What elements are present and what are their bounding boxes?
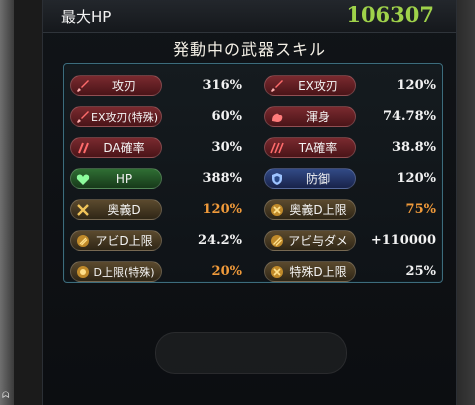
skill-value: 38.8% [391, 140, 436, 155]
skill-name: 奥義D [107, 203, 141, 217]
skill-cell: 防御 120% [258, 167, 442, 192]
ougi-damage-icon [75, 202, 91, 218]
background-left-strip [0, 0, 14, 405]
skill-row: EX攻刃(特殊) 60% 渾身 74.78% [64, 105, 442, 130]
damage-cap-icon [75, 264, 91, 280]
skill-value: 75% [405, 202, 436, 217]
triple-attack-icon [269, 140, 285, 156]
skill-row: 奥義D 120% 奥義D上限 75% [64, 198, 442, 223]
skill-badge: 特殊D上限 [264, 261, 356, 282]
skill-value: 120% [202, 202, 243, 217]
skill-value: 120% [396, 78, 437, 93]
skill-badge: 奥義D [70, 199, 162, 220]
ability-cap-icon [75, 233, 91, 249]
skill-name: D上限(特殊) [93, 265, 155, 279]
skill-cell: EX攻刃(特殊) 60% [64, 105, 248, 130]
background-right-strip [455, 0, 475, 405]
skill-badge: EX攻刃 [264, 75, 356, 96]
skill-name: EX攻刃 [298, 79, 338, 93]
shield-icon [269, 171, 285, 187]
skill-cell: 奥義D上限 75% [258, 198, 442, 223]
special-cap-icon [269, 264, 285, 280]
skill-name: EX攻刃(特殊) [91, 110, 159, 124]
skill-name: 特殊D上限 [289, 265, 347, 279]
skill-value: 60% [211, 109, 242, 124]
skill-cell: アビ与ダメ +110000 [258, 229, 442, 254]
skill-badge: 防御 [264, 168, 356, 189]
max-hp-label: 最大HP [61, 8, 112, 26]
skill-row: アビD上限 24.2% アビ与ダメ +110000 [64, 229, 442, 254]
skill-name: HP [115, 171, 133, 186]
skill-value: 25% [405, 264, 436, 279]
sword-icon [269, 78, 285, 94]
skill-row: HP 388% 防御 120% [64, 167, 442, 192]
skill-cell: EX攻刃 120% [258, 74, 442, 99]
skill-cell: DA確率 30% [64, 136, 248, 161]
skill-cell: 攻刃 316% [64, 74, 248, 99]
skill-badge: DA確率 [70, 137, 162, 158]
skill-cell: 奥義D 120% [64, 198, 248, 223]
skill-value: 30% [211, 140, 242, 155]
skill-cell: D上限(特殊) 20% [64, 260, 248, 285]
skill-badge: HP [70, 168, 162, 189]
skill-badge: アビ与ダメ [264, 230, 356, 251]
skill-name: 攻刃 [111, 79, 136, 93]
skill-value: 316% [202, 78, 243, 93]
skill-row: 攻刃 316% EX攻刃 120% [64, 74, 442, 99]
background-ghost-button [155, 332, 347, 374]
skill-name: 奥義D上限 [289, 203, 347, 217]
skill-panel: 攻刃 316% EX攻刃 120% EX攻刃(特殊) 60% 渾身 74.78% DA確率 30%… [63, 63, 443, 283]
skill-value: 24.2% [197, 233, 242, 248]
skill-name: アビD上限 [95, 234, 153, 248]
skill-cell: 渾身 74.78% [258, 105, 442, 130]
skill-row: D上限(特殊) 20% 特殊D上限 25% [64, 260, 442, 285]
skill-row: DA確率 30% TA確率 38.8% [64, 136, 442, 161]
skill-value: 388% [202, 171, 243, 186]
sword-icon [75, 78, 91, 94]
double-attack-icon [75, 140, 91, 156]
skill-badge: EX攻刃(特殊) [70, 106, 162, 127]
ability-damage-icon [269, 233, 285, 249]
skill-cell: TA確率 38.8% [258, 136, 442, 161]
skill-name: 渾身 [305, 110, 330, 124]
section-title: 発動中の武器スキル [172, 40, 326, 59]
muscle-icon [269, 109, 285, 125]
skill-cell: HP 388% [64, 167, 248, 192]
skill-value: +110000 [370, 233, 436, 248]
skill-name: TA確率 [298, 141, 338, 155]
skill-badge: 渾身 [264, 106, 356, 127]
ougi-cap-icon [269, 202, 285, 218]
skill-value: 120% [396, 171, 437, 186]
background-glyph: ᗣ [2, 391, 10, 401]
sword-icon [75, 109, 91, 125]
weapon-skill-window: 最大HP 106307 発動中の武器スキル 攻刃 316% EX攻刃 120% EX攻刃… [42, 0, 457, 405]
skill-value: 74.78% [382, 109, 436, 124]
heart-icon [75, 171, 91, 187]
skill-name: 防御 [305, 172, 330, 186]
max-hp-value: 106307 [346, 2, 434, 27]
skill-cell: 特殊D上限 25% [258, 260, 442, 285]
skill-badge: TA確率 [264, 137, 356, 158]
skill-name: アビ与ダメ [288, 234, 348, 248]
skill-badge: 奥義D上限 [264, 199, 356, 220]
skill-badge: 攻刃 [70, 75, 162, 96]
skill-name: DA確率 [103, 141, 145, 155]
hp-header: 最大HP 106307 [43, 0, 456, 33]
skill-value: 20% [211, 264, 242, 279]
skill-badge: アビD上限 [70, 230, 162, 251]
skill-badge: D上限(特殊) [70, 261, 162, 282]
skill-cell: アビD上限 24.2% [64, 229, 248, 254]
